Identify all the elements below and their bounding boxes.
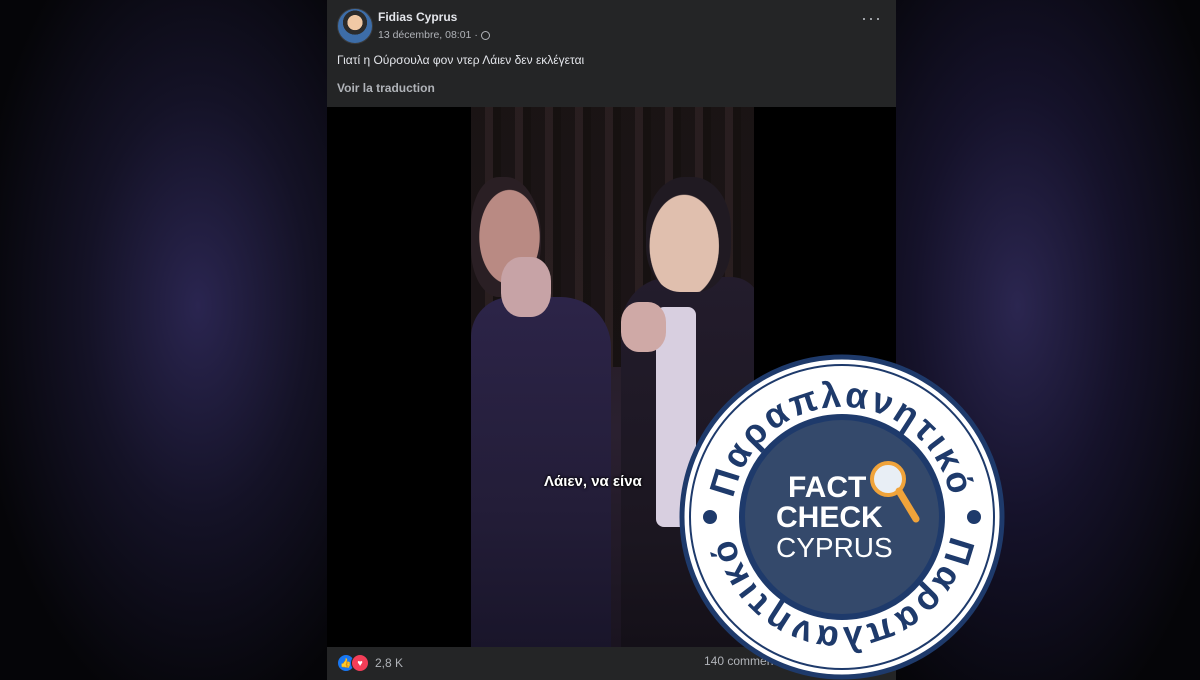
stamp-dot-right xyxy=(967,510,981,524)
stamp-dot-left xyxy=(703,510,717,524)
author-name[interactable]: Fidias Cyprus xyxy=(378,10,457,24)
video-subtitle: Λάιεν, να είνα xyxy=(544,473,642,490)
fact-check-stamp-graphic: Παραπλανητικό Παραπλανητικό FACT CHECK C… xyxy=(679,354,1005,680)
person-left xyxy=(471,297,611,647)
stamp-cyprus-text: CYPRUS xyxy=(776,532,893,563)
fact-check-stamp: Παραπλανητικό Παραπλανητικό FACT CHECK C… xyxy=(676,351,1008,680)
post-date[interactable]: 13 décembre, 08:01 · xyxy=(378,29,478,41)
author-avatar[interactable] xyxy=(337,8,373,44)
person-left-hand xyxy=(501,257,551,317)
person-right-head xyxy=(646,177,731,292)
background-left xyxy=(0,0,330,680)
post-text: Γιατί η Ούρσουλα φον ντερ Λάιεν δεν εκλέ… xyxy=(337,53,585,67)
love-icon: ♥ xyxy=(351,654,369,672)
more-options-button[interactable]: ··· xyxy=(861,9,882,27)
reaction-count: 2,8 K xyxy=(375,656,404,670)
see-translation-link[interactable]: Voir la traduction xyxy=(337,81,435,95)
post-meta: 13 décembre, 08:01 · xyxy=(378,29,490,41)
globe-icon xyxy=(480,30,490,40)
stamp-fact-text: FACT xyxy=(788,471,866,504)
person-right-hand xyxy=(621,302,666,352)
reactions-summary[interactable]: 👍 ♥ 2,8 K xyxy=(337,654,403,672)
stamp-check-text: CHECK xyxy=(776,501,883,534)
